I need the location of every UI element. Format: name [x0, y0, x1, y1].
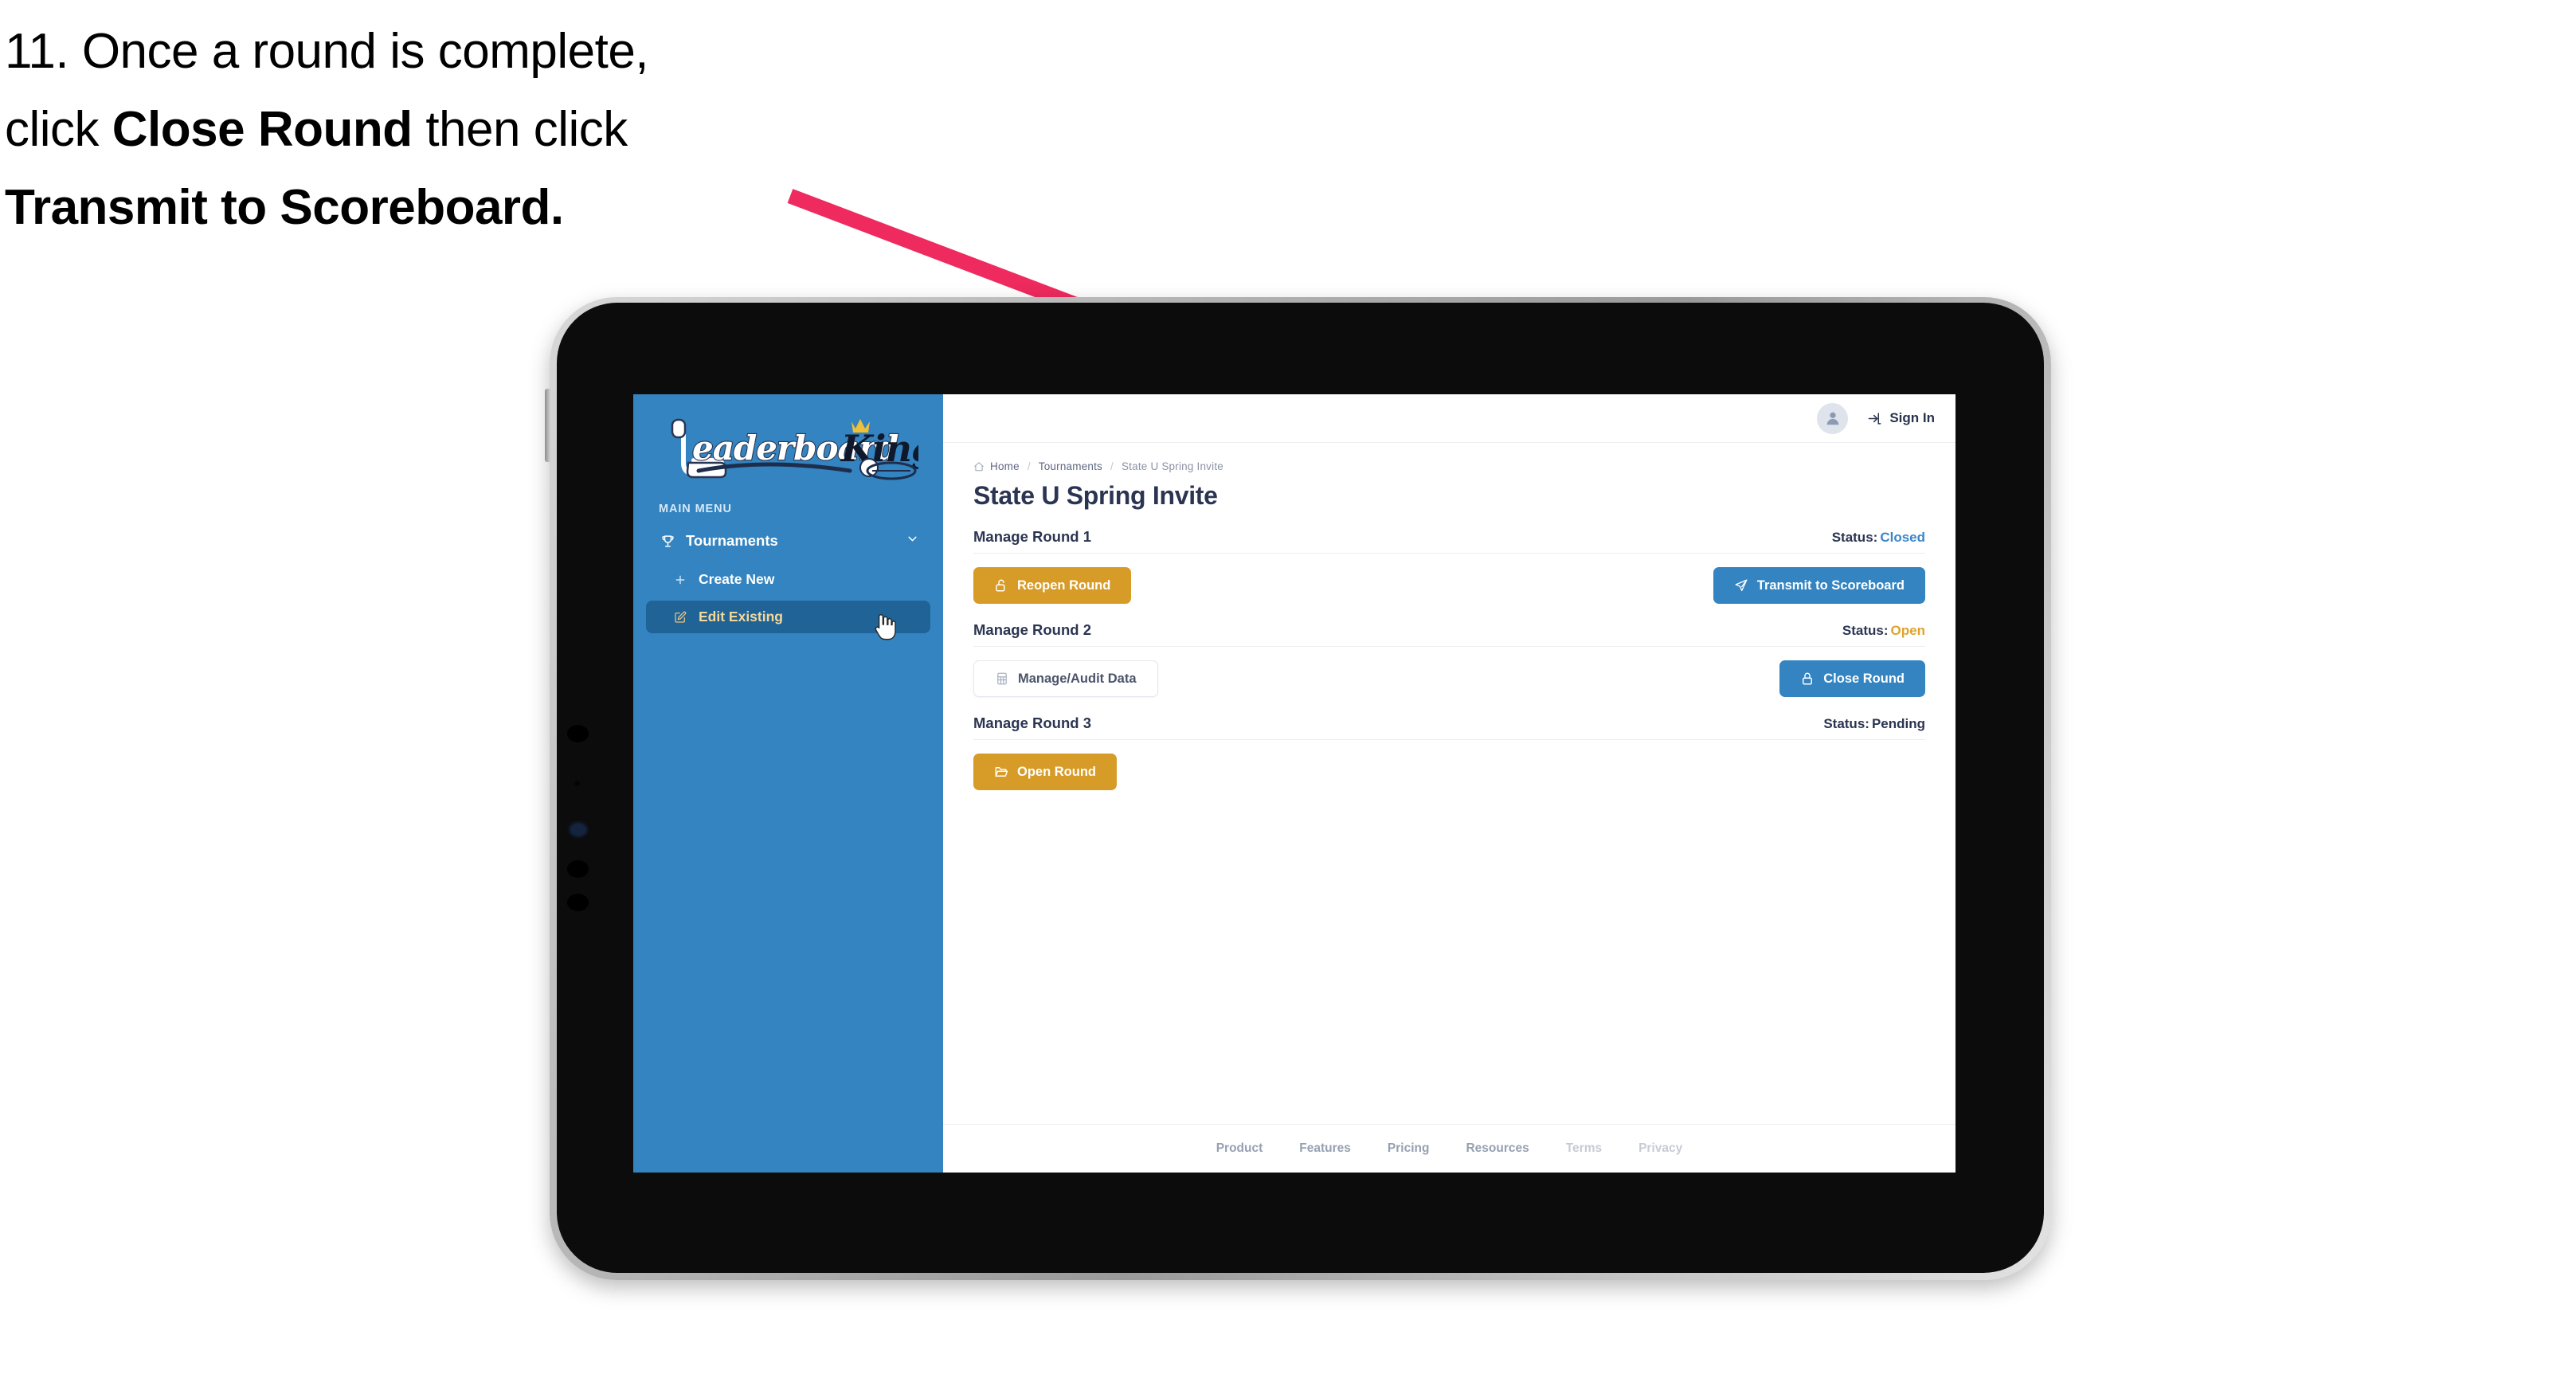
round-title: Manage Round 1 [973, 528, 1092, 545]
bezel-dot [567, 725, 589, 742]
button-label: Transmit to Scoreboard [1756, 578, 1905, 593]
status-value: Open [1890, 623, 1925, 638]
manage-audit-data-button[interactable]: Manage/Audit Data [973, 660, 1158, 697]
unlock-icon [994, 578, 1008, 593]
sidebar-item-label: Tournaments [686, 532, 778, 549]
sidebar-item-label: Edit Existing [699, 609, 783, 624]
folder-open-icon [994, 765, 1008, 779]
breadcrumb-item-current: State U Spring Invite [1121, 460, 1223, 472]
footer-link-product[interactable]: Product [1216, 1141, 1263, 1156]
caption-line-2-suffix: then click [412, 101, 628, 157]
reopen-round-button[interactable]: Reopen Round [973, 567, 1132, 604]
home-icon [973, 461, 985, 472]
app-screen: eaderboard King MAIN MENU [633, 394, 1955, 1173]
sidebar-item-tournaments[interactable]: Tournaments [646, 523, 930, 558]
close-round-button[interactable]: Close Round [1779, 660, 1925, 697]
round-actions: Reopen Round Transmit to Scoreboard [973, 567, 1925, 604]
breadcrumb-item-tournaments[interactable]: Tournaments [1039, 460, 1102, 472]
button-label: Manage/Audit Data [1018, 671, 1137, 686]
sign-in-arrow-icon [1867, 411, 1882, 426]
round-block-2: Manage Round 2 Status: Open Manage/Audit … [973, 621, 1925, 697]
chevron-down-icon[interactable] [906, 532, 919, 550]
sidebar-item-edit-existing[interactable]: Edit Existing [646, 601, 930, 633]
paper-plane-icon [1734, 578, 1748, 593]
transmit-to-scoreboard-button[interactable]: Transmit to Scoreboard [1713, 567, 1925, 604]
page-title: State U Spring Invite [973, 481, 1218, 510]
button-label: Open Round [1017, 764, 1096, 779]
main-panel: Sign In Home / Tournaments / State U Spr… [943, 394, 1955, 1173]
round-block-3: Manage Round 3 Status: Pending Open Round [973, 715, 1925, 790]
breadcrumb-separator: / [1027, 460, 1031, 472]
top-bar: Sign In [943, 394, 1955, 443]
plus-icon [670, 572, 691, 588]
user-avatar-icon[interactable] [1817, 402, 1849, 434]
round-actions: Open Round [973, 754, 1925, 790]
round-title: Manage Round 3 [973, 715, 1092, 731]
lock-icon [1800, 671, 1815, 686]
round-header: Manage Round 1 Status: Closed [973, 528, 1925, 554]
round-actions: Manage/Audit Data Close Round [973, 660, 1925, 697]
tablet-side-button [545, 389, 550, 462]
caption-line-1-text: 11. Once a round is complete, [5, 24, 649, 79]
bezel-dot [567, 860, 589, 878]
footer-nav: Product Features Pricing Resources Terms… [943, 1124, 1955, 1173]
caption-line-2-prefix: click [5, 101, 112, 157]
sign-in-label: Sign In [1889, 410, 1935, 425]
status-label: Status: [1823, 716, 1869, 731]
sidebar: eaderboard King MAIN MENU [633, 394, 943, 1173]
footer-link-pricing[interactable]: Pricing [1388, 1141, 1430, 1156]
breadcrumb-item-home[interactable]: Home [990, 460, 1020, 472]
status-label: Status: [1842, 623, 1889, 638]
sidebar-item-label: Create New [699, 571, 775, 587]
status-label: Status: [1831, 530, 1878, 545]
instruction-caption: 11. Once a round is complete, click Clos… [5, 13, 897, 247]
sidebar-item-create-new[interactable]: Create New [646, 563, 930, 596]
round-status: Status: Closed [1832, 530, 1925, 546]
footer-link-features[interactable]: Features [1299, 1141, 1351, 1156]
footer-link-resources[interactable]: Resources [1466, 1141, 1529, 1156]
footer-link-terms[interactable]: Terms [1566, 1141, 1602, 1156]
table-grid-icon [995, 671, 1009, 686]
bezel-dot [567, 894, 589, 911]
round-status: Status: Pending [1823, 716, 1925, 732]
status-value: Pending [1871, 716, 1925, 731]
status-value: Closed [1880, 530, 1925, 545]
caption-line-3: Transmit to Scoreboard. [5, 169, 897, 247]
round-header: Manage Round 2 Status: Open [973, 621, 1925, 647]
bezel-dot [574, 781, 580, 786]
caption-line-2: click Close Round then click [5, 91, 897, 169]
caption-transmit-emphasis: Transmit to Scoreboard. [5, 179, 564, 235]
round-title: Manage Round 2 [973, 621, 1092, 638]
caption-close-round-emphasis: Close Round [112, 101, 413, 157]
caption-line-1: 11. Once a round is complete, [5, 13, 897, 91]
round-header: Manage Round 3 Status: Pending [973, 715, 1925, 740]
sidebar-section-label: MAIN MENU [659, 503, 732, 515]
breadcrumb: Home / Tournaments / State U Spring Invi… [973, 460, 1925, 472]
round-block-1: Manage Round 1 Status: Closed Reopen Roun… [973, 528, 1925, 604]
open-round-button[interactable]: Open Round [973, 754, 1117, 790]
edit-pencil-icon [670, 609, 691, 625]
leaderboard-king-logo: eaderboard King [656, 415, 918, 488]
trophy-icon [657, 532, 678, 550]
content-area: Home / Tournaments / State U Spring Invi… [943, 443, 1955, 1124]
bezel-led-indicator [571, 824, 585, 835]
button-label: Reopen Round [1017, 578, 1111, 593]
sign-in-button[interactable]: Sign In [1867, 410, 1935, 426]
footer-link-privacy[interactable]: Privacy [1638, 1141, 1682, 1156]
breadcrumb-separator: / [1110, 460, 1114, 472]
button-label: Close Round [1823, 671, 1905, 686]
round-status: Status: Open [1842, 623, 1925, 639]
